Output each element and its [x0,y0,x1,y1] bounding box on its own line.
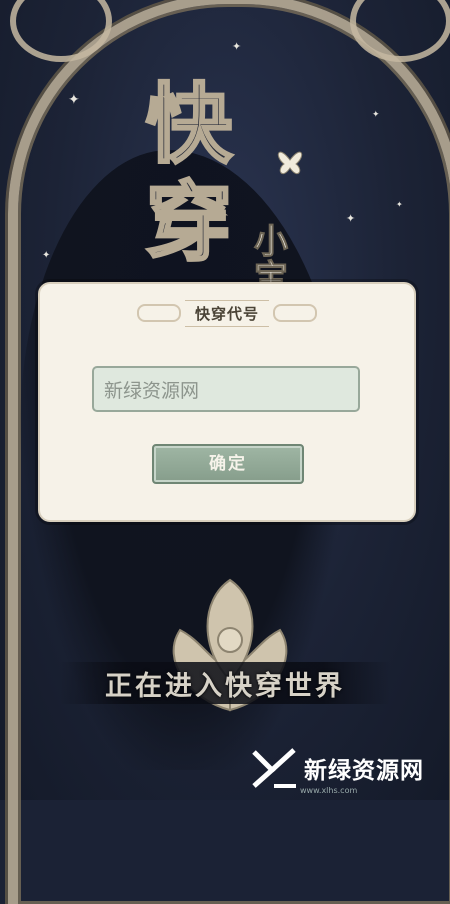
ornament-right-icon [273,304,317,322]
star-icon: ✦ [42,250,51,261]
star-icon: ✦ [232,40,242,53]
star-icon: ✦ [346,212,356,225]
site-logo-icon [252,748,296,788]
loading-status-text: 正在进入快穿世界 [105,671,345,702]
star-icon: ✦ [372,110,380,120]
dialog-title: 快穿代号 [184,299,269,327]
watermark-url: www.xlhs.com [300,786,358,795]
star-icon: ✦ [396,200,403,209]
ornament-left-icon [136,304,181,322]
butterfly-icon [277,151,303,175]
dialog-header: 快穿代号 [40,299,414,327]
watermark: 新绿资源网 [250,746,440,790]
confirm-button[interactable]: 确定 [152,444,304,484]
watermark-text: 新绿资源网 [304,758,424,784]
game-title-char-2: 穿 [145,173,234,273]
code-name-input[interactable] [92,366,360,412]
code-name-dialog: 快穿代号 确定 [38,282,416,522]
star-icon: ✦ [68,92,80,108]
game-title-char-1: 快 [145,75,234,175]
